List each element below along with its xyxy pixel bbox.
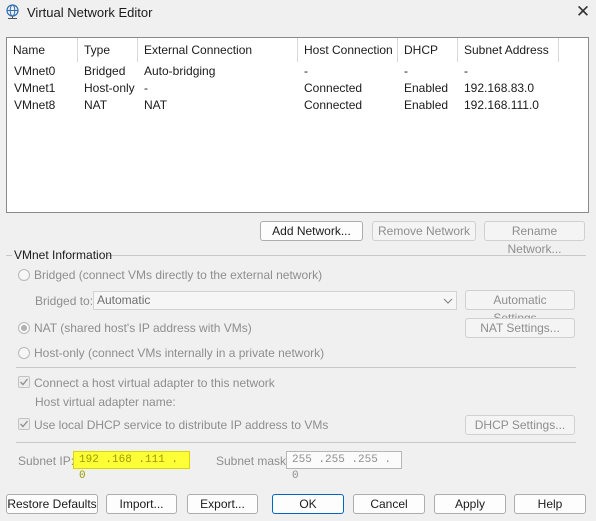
apply-button[interactable]: Apply [434,494,506,514]
checkmark-icon [20,378,29,386]
globe-network-icon [6,4,19,19]
column-header-type[interactable]: Type [78,38,138,62]
table-row[interactable]: VMnet8 NAT NAT Connected Enabled 192.168… [7,97,588,114]
host-only-radio[interactable] [18,347,30,359]
nat-label[interactable]: NAT (shared host's IP address with VMs) [34,321,252,335]
cell-host: Connected [304,81,363,95]
cell-subnet: - [464,64,468,78]
cell-host: - [304,64,308,78]
help-button[interactable]: Help [514,494,586,514]
subnet-mask-input[interactable]: 255 .255 .255 . 0 [286,451,402,482]
export-button[interactable]: Export... [187,494,258,514]
bridged-label[interactable]: Bridged (connect VMs directly to the ext… [34,268,322,282]
cell-name: VMnet8 [14,98,56,112]
title-bar: Virtual Network Editor ✕ [0,0,596,24]
close-icon[interactable]: ✕ [574,3,592,21]
automatic-settings-button[interactable]: Automatic Settings... [465,290,575,325]
cell-dhcp: - [404,64,408,78]
rename-network-button[interactable]: Rename Network... [484,221,585,256]
host-only-label[interactable]: Host-only (connect VMs internally in a p… [34,346,324,360]
cancel-button[interactable]: Cancel [353,494,425,514]
nat-settings-button[interactable]: NAT Settings... [465,318,575,338]
cell-external: Auto-bridging [144,64,216,78]
ok-button[interactable]: OK [272,494,344,514]
window-title: Virtual Network Editor [27,5,153,20]
cell-name: VMnet0 [14,64,56,78]
checkmark-icon [20,420,29,428]
separator [16,442,576,443]
dhcp-settings-button[interactable]: DHCP Settings... [465,415,575,435]
separator [16,367,576,368]
remove-network-button[interactable]: Remove Network [372,221,476,241]
subnet-mask-label: Subnet mask: [216,454,290,468]
connect-adapter-checkbox[interactable] [18,376,30,388]
cell-subnet: 192.168.111.0 [464,98,539,112]
bridged-to-dropdown[interactable]: Automatic [93,291,457,310]
column-header-name[interactable]: Name [7,38,78,62]
subnet-ip-label: Subnet IP: [18,454,75,468]
cell-host: Connected [304,98,363,112]
bridged-radio[interactable] [18,269,30,281]
column-header-external-connection[interactable]: External Connection [138,38,298,62]
cell-external: - [144,81,148,95]
connect-adapter-label[interactable]: Connect a host virtual adapter to this n… [34,376,275,390]
subnet-ip-input[interactable]: 192 .168 .111 . 0 [73,451,190,482]
table-row[interactable]: VMnet0 Bridged Auto-bridging - - - [7,63,588,80]
bridged-to-value: Automatic [97,293,151,307]
cell-dhcp: Enabled [404,81,449,95]
group-border [6,255,12,256]
column-header-subnet-address[interactable]: Subnet Address [458,38,559,62]
adapter-name-label: Host virtual adapter name: [35,395,176,409]
dhcp-checkbox[interactable] [18,418,30,430]
vmnet-info-group-label: VMnet Information [14,248,113,262]
cell-dhcp: Enabled [404,98,449,112]
cell-type: Host-only [84,81,135,95]
cell-type: NAT [84,98,108,112]
chevron-down-icon [443,298,453,304]
cell-subnet: 192.168.83.0 [464,81,535,95]
bridged-to-label: Bridged to: [35,294,94,308]
column-header-host-connection[interactable]: Host Connection [298,38,398,62]
add-network-button[interactable]: Add Network... [260,221,363,241]
network-table: Name Type External Connection Host Conne… [6,37,589,213]
group-border [106,255,586,256]
cell-type: Bridged [84,64,126,78]
cell-name: VMnet1 [14,81,56,95]
restore-defaults-button[interactable]: Restore Defaults [6,494,98,514]
column-header-dhcp[interactable]: DHCP [398,38,458,62]
nat-radio[interactable] [18,322,30,334]
import-button[interactable]: Import... [106,494,177,514]
table-row[interactable]: VMnet1 Host-only - Connected Enabled 192… [7,80,588,97]
cell-external: NAT [144,98,168,112]
dhcp-label[interactable]: Use local DHCP service to distribute IP … [34,418,328,432]
